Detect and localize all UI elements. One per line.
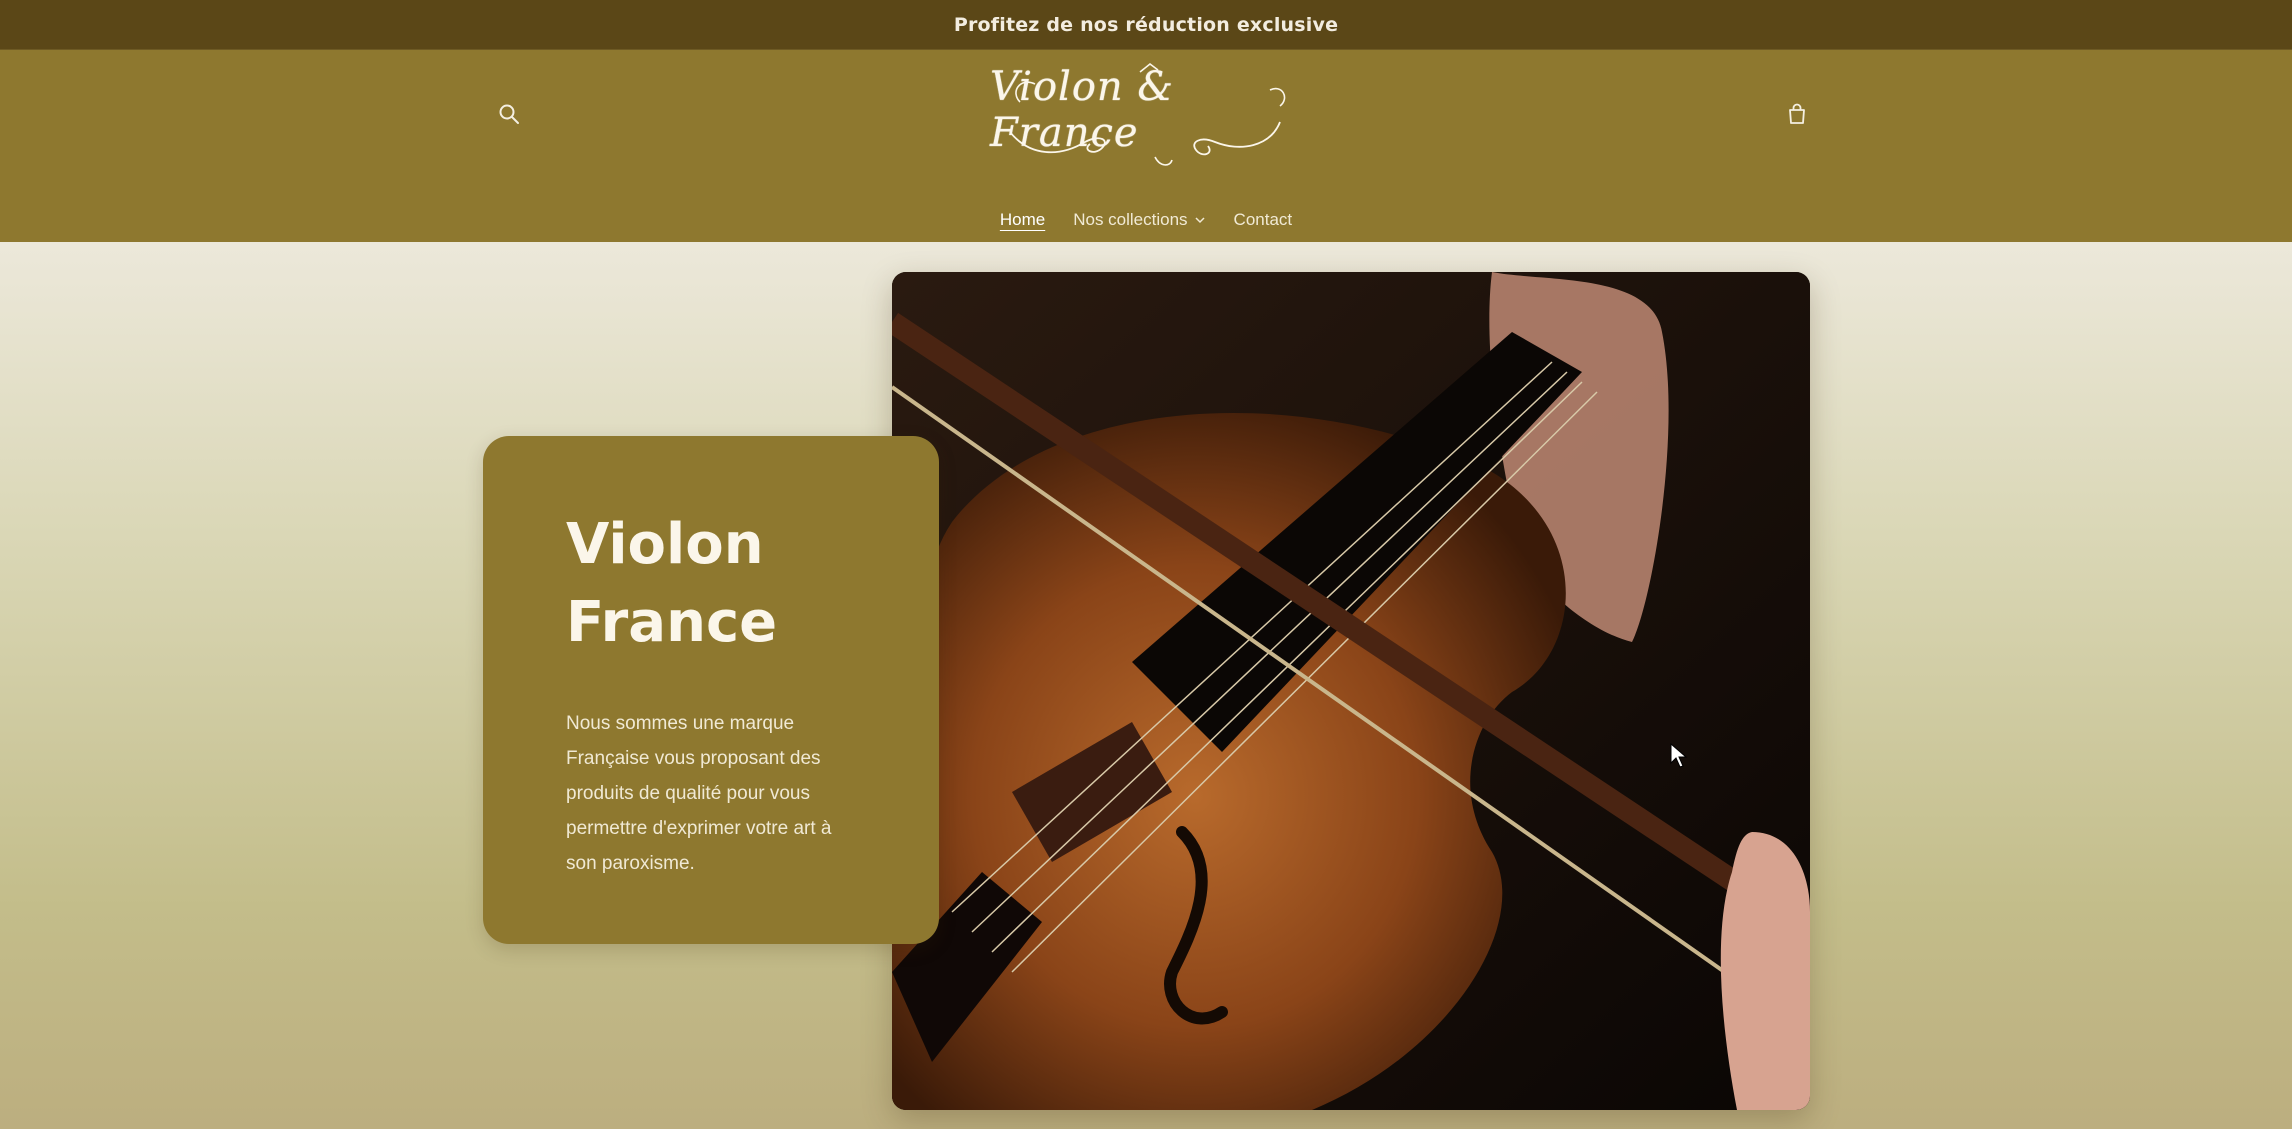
cart-icon	[1789, 103, 1805, 124]
hero-violin-image	[892, 272, 1810, 1110]
nav-item-label: Home	[999, 210, 1046, 229]
hero-text-card: Violon France Nous sommes une marque Fran…	[483, 436, 939, 944]
hero-title-line1: Violon	[566, 512, 764, 577]
site-logo[interactable]: Violon & France	[990, 62, 1300, 172]
announcement-bar: Profitez de nos réduction exclusive	[0, 0, 2292, 50]
search-icon	[499, 104, 519, 124]
main-nav: Home Nos collections Contact	[0, 205, 2292, 235]
chevron-down-icon	[1195, 217, 1205, 224]
announcement-text: Profitez de nos réduction exclusive	[953, 13, 1339, 36]
hero-description: Nous sommes une marque Française vous pr…	[566, 713, 832, 874]
mouse-cursor-icon	[1670, 743, 1688, 768]
cart-button[interactable]	[1780, 97, 1814, 131]
logo-text: Violon & France	[990, 64, 1175, 156]
nav-item-label: Nos collections	[1073, 210, 1188, 229]
hero-title-line2: France	[566, 590, 778, 655]
hero-title: Violon France	[566, 506, 896, 662]
site-header: Violon & France Home Nos collections Con…	[0, 50, 2292, 242]
nav-item-contact[interactable]: Contact	[1234, 210, 1293, 230]
nav-item-collections[interactable]: Nos collections	[1073, 210, 1205, 230]
hero-section: Violon France Nous sommes une marque Fran…	[0, 242, 2292, 1129]
nav-item-home[interactable]: Home	[1000, 210, 1045, 230]
nav-item-label: Contact	[1233, 210, 1293, 229]
search-button[interactable]	[492, 97, 526, 131]
